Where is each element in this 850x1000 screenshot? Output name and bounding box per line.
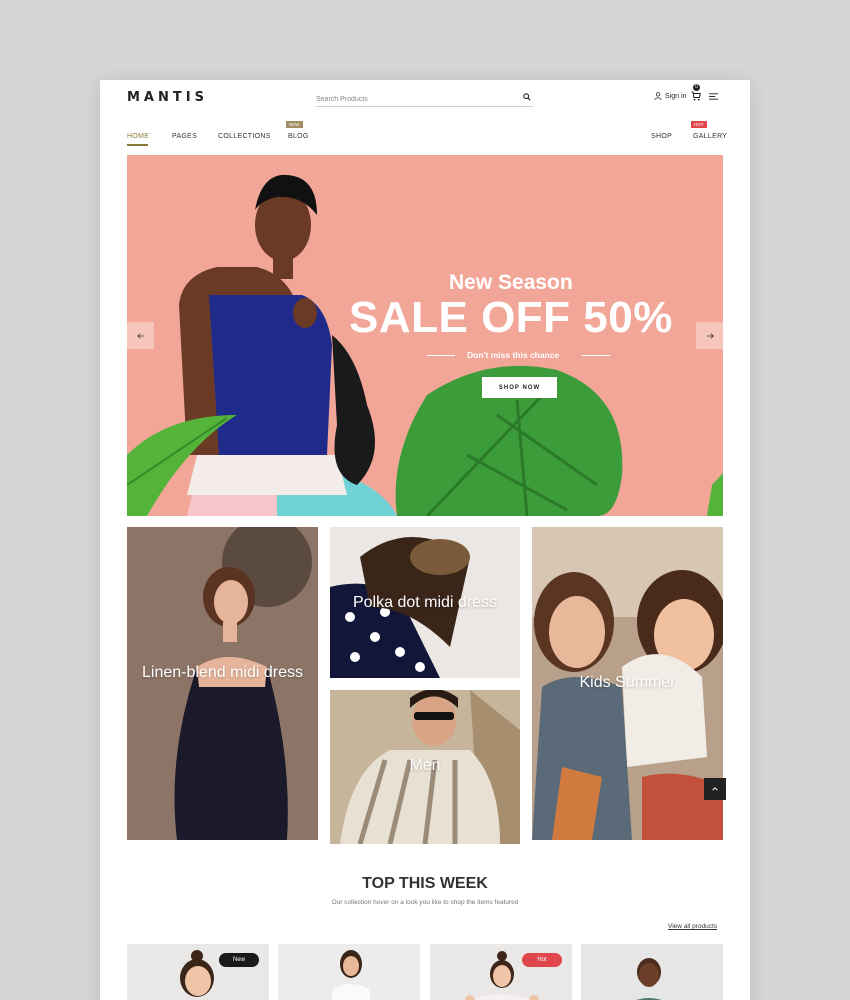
nav-blog[interactable]: BLOG: [288, 133, 309, 140]
category-label: Polka dot midi dress: [352, 594, 498, 611]
menu-icon[interactable]: [709, 92, 718, 101]
hero-dash-left: [427, 355, 455, 356]
category-linen-dress[interactable]: Linen-blend midi dress: [127, 527, 318, 840]
cart-count-badge: 0: [693, 84, 700, 91]
signin-label: Sign in: [665, 92, 687, 100]
search-bar: [316, 88, 533, 108]
hero-banner: New Season SALE OFF 50% Don't miss this …: [127, 155, 723, 516]
product-image: [278, 944, 420, 1000]
linen-dress-image: [127, 527, 318, 840]
product-card[interactable]: Hot: [430, 944, 572, 1000]
hero-dash-right: [582, 355, 610, 356]
nav-collections[interactable]: COLLECTIONS: [218, 133, 271, 140]
slider-next-button[interactable]: [696, 322, 723, 349]
slider-prev-button[interactable]: [127, 322, 154, 349]
category-men[interactable]: Men: [330, 690, 520, 844]
category-label: Kids Summer: [579, 674, 676, 691]
category-label: Men: [409, 757, 441, 774]
arrow-right-icon: [706, 332, 714, 339]
hero-subtitle: New Season: [449, 271, 573, 294]
product-card[interactable]: New: [127, 944, 269, 1000]
product-card[interactable]: [581, 944, 723, 1000]
nav-pages[interactable]: PAGES: [172, 133, 197, 140]
nav-gallery[interactable]: GALLERY: [693, 133, 727, 140]
user-icon: [654, 92, 662, 100]
section-title: TOP THIS WEEK: [362, 875, 488, 892]
search-input[interactable]: [316, 91, 511, 108]
cart-icon[interactable]: [691, 91, 701, 101]
product-badge-hot: Hot: [522, 953, 562, 967]
new-badge: NEW: [286, 121, 303, 128]
store-page: MANTIS Sign in 0 HOME PAGES COLLECTIONS …: [100, 80, 750, 1000]
nav-shop[interactable]: SHOP: [651, 133, 672, 140]
hero-title: SALE OFF 50%: [349, 293, 673, 342]
product-badge-new: New: [219, 953, 259, 967]
view-all-products-link[interactable]: View all products: [668, 923, 717, 930]
search-icon[interactable]: [523, 93, 531, 101]
site-logo[interactable]: MANTIS: [127, 90, 208, 105]
product-card[interactable]: [278, 944, 420, 1000]
signin-link[interactable]: Sign in: [654, 92, 686, 100]
hero-tagline: Don't miss this chance: [467, 350, 560, 360]
category-kids-summer[interactable]: Kids Summer: [532, 527, 723, 840]
shop-now-button[interactable]: SHOP NOW: [482, 377, 557, 398]
nav-active-indicator: [127, 144, 148, 146]
hot-badge: HOT: [691, 121, 707, 128]
product-image: [581, 944, 723, 1000]
nav-home[interactable]: HOME: [127, 133, 149, 140]
arrow-left-icon: [136, 332, 144, 339]
category-polka-dress[interactable]: Polka dot midi dress: [330, 527, 520, 678]
section-subtitle: Our collection hover on a look you like …: [331, 899, 519, 906]
scroll-to-top-button[interactable]: [704, 778, 726, 800]
chevron-up-icon: [712, 787, 718, 791]
category-label: Linen-blend midi dress: [142, 664, 303, 681]
